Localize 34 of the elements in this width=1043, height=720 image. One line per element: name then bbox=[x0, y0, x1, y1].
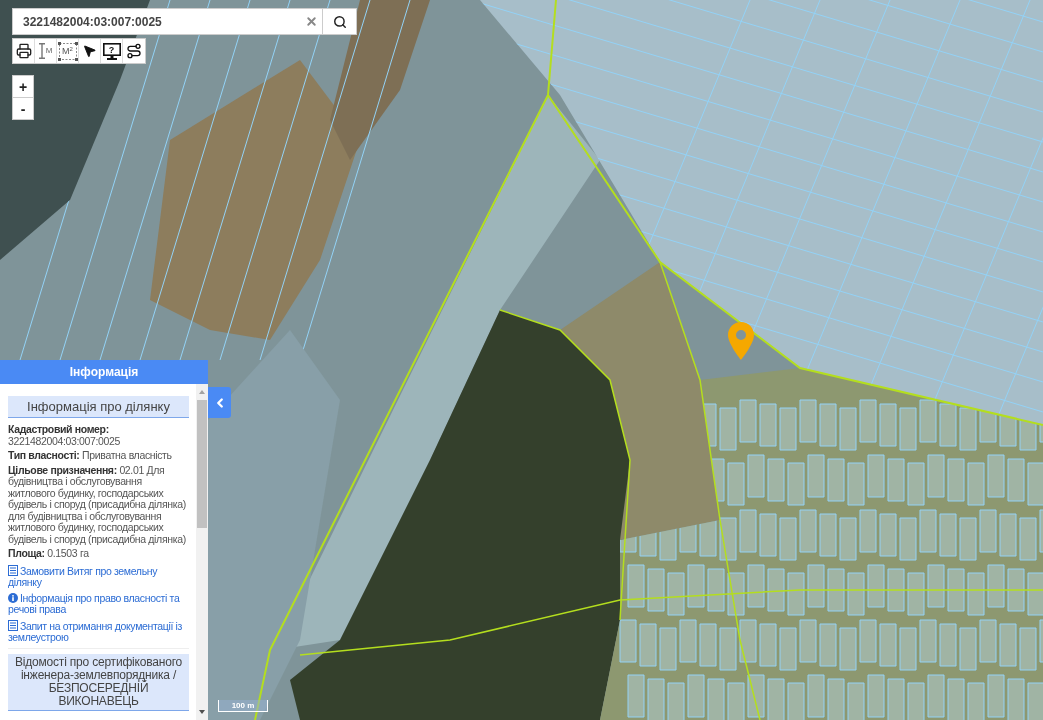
search-field[interactable]: 3221482004:03:007:0025 bbox=[12, 8, 323, 35]
scroll-down-icon[interactable] bbox=[199, 710, 205, 714]
search-icon bbox=[332, 14, 347, 29]
measure-length-button[interactable]: M bbox=[35, 39, 57, 63]
map-pin-icon bbox=[728, 322, 754, 360]
selection-frame-icon bbox=[57, 41, 78, 61]
panel-link[interactable]: Замовити Витяг про земельну ділянку bbox=[8, 564, 189, 589]
section-title: Інформація про ділянку bbox=[8, 396, 189, 418]
info-icon bbox=[8, 592, 18, 603]
parcel-info-text: Кадастровий номер: 3221482004:03:007:0025 bbox=[8, 424, 121, 447]
parcel-info-text: Площа: 0.1503 га bbox=[8, 548, 90, 560]
panel-header: Інформація bbox=[0, 360, 208, 384]
route-icon bbox=[126, 43, 142, 59]
panel-link[interactable]: Інформація про право власності та речові права bbox=[8, 592, 189, 616]
ruler-icon bbox=[38, 43, 45, 59]
scrollbar-thumb[interactable] bbox=[197, 400, 207, 528]
parcel-info-text: Тип власності: Приватна власність bbox=[8, 450, 173, 462]
measure-area-button[interactable]: M$^{2}$ bbox=[57, 39, 79, 63]
document-icon bbox=[8, 564, 18, 576]
panel-link[interactable]: Запит на отримання документації із землеустрою bbox=[8, 619, 189, 644]
cursor-icon bbox=[82, 43, 97, 59]
document-icon bbox=[8, 619, 18, 631]
collapse-panel-button[interactable] bbox=[208, 387, 231, 418]
parcel-info-text: Цільове призначення: 02.01 Для будівництва і обслуговування житлового будинку, господарських будівель і споруд (присадибна ділянка) для будівництва і обслуговування житлового будинку, господарських будівель і споруд (присадибна ділянка) bbox=[8, 464, 187, 545]
search-button[interactable] bbox=[323, 8, 357, 35]
info-button[interactable]: ? bbox=[101, 39, 123, 63]
scrollbar[interactable] bbox=[196, 384, 208, 720]
monitor-icon bbox=[102, 42, 121, 60]
clear-icon[interactable] bbox=[305, 15, 318, 28]
zoom-in-button[interactable]: + bbox=[13, 76, 33, 98]
zoom-out-button[interactable]: - bbox=[13, 98, 33, 119]
section-title: Відомості про сертифікованого інженера-землевпорядника / БЕЗПОСЕРЕДНІЙ ВИКОНАВЕЦЬ bbox=[8, 653, 189, 711]
scale-bar: 100 m bbox=[218, 700, 268, 712]
printer-icon bbox=[15, 43, 32, 59]
